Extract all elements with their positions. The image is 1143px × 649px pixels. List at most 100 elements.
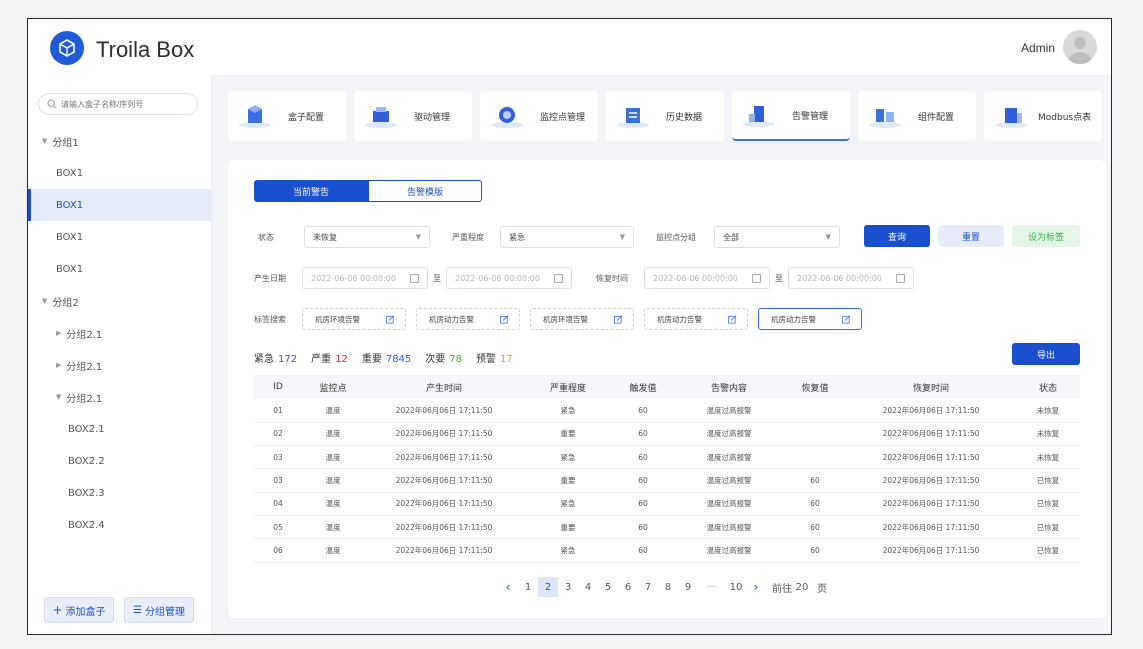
- tree-box[interactable]: BOX1: [28, 253, 212, 285]
- alarm-template-tab[interactable]: 告警模版: [368, 180, 482, 202]
- export-button[interactable]: 导出: [1012, 343, 1080, 365]
- tree-label: 分组2.1: [66, 329, 103, 341]
- table-cell: 2022年06月06日 17:11:50: [846, 399, 1016, 423]
- table-cell: [784, 422, 846, 447]
- tree-box[interactable]: BOX1: [28, 221, 212, 253]
- table-cell: 未恢复: [1016, 422, 1080, 447]
- count-value: 17: [500, 354, 513, 365]
- table-row[interactable]: 06 温度 2022年06月06日 17:11:50 紧急 60 温度过高报警 60 2022…: [254, 538, 1080, 563]
- tab-history[interactable]: 历史数据: [606, 91, 724, 141]
- group-label: 监控点分组: [656, 233, 696, 242]
- tree-subgroup[interactable]: ▼ 分组2.1: [28, 381, 212, 413]
- table-cell: 温度: [302, 399, 364, 423]
- edit-icon[interactable]: [386, 315, 395, 324]
- table-cell: 60: [612, 422, 674, 447]
- table-row[interactable]: 02 温度 2022年06月06日 17:11:50 重要 60 温度过高报警 2022年0…: [254, 422, 1080, 447]
- table-cell: 60: [612, 445, 674, 470]
- table-cell: 未恢复: [1016, 399, 1080, 423]
- severity-value: 紧急: [509, 232, 525, 242]
- set-tag-button[interactable]: 设为标签: [1012, 225, 1080, 247]
- tag-chip[interactable]: 机房环境告警: [302, 308, 406, 330]
- tree-box[interactable]: BOX2.2: [28, 445, 212, 477]
- tab-box-config[interactable]: 盒子配置: [228, 91, 346, 141]
- current-alarm-tab[interactable]: 当前警告: [254, 180, 368, 202]
- tab-component[interactable]: 组件配置: [858, 91, 976, 141]
- tab-driver[interactable]: 驱动管理: [354, 91, 472, 141]
- goto-page-input[interactable]: 20: [792, 577, 812, 597]
- next-page-button[interactable]: ›: [746, 577, 766, 597]
- search-input[interactable]: [61, 99, 191, 109]
- recover-date-end[interactable]: 2022-06-06 00:00:00: [788, 267, 914, 289]
- tab-alarm[interactable]: 告警管理: [732, 91, 850, 141]
- tag-chip-selected[interactable]: 机房动力告警: [758, 308, 862, 330]
- gen-date-start[interactable]: 2022-06-06 00:00:00: [302, 267, 428, 289]
- prev-page-button[interactable]: ‹: [498, 577, 518, 597]
- page-1[interactable]: 1: [518, 577, 538, 597]
- avatar[interactable]: [1063, 30, 1097, 64]
- page-3[interactable]: 3: [558, 577, 578, 597]
- table-cell: 60: [784, 515, 846, 540]
- tree-box[interactable]: BOX2.3: [28, 477, 212, 509]
- page-7[interactable]: 7: [638, 577, 658, 597]
- table-cell: 2022年06月06日 17:11:50: [364, 515, 524, 540]
- table-cell: 重要: [524, 422, 612, 447]
- count-label: 预警: [476, 354, 497, 365]
- severity-select[interactable]: 紧急 ▼: [500, 226, 634, 248]
- page-8[interactable]: 8: [658, 577, 678, 597]
- tag-chip[interactable]: 机房动力告警: [644, 308, 748, 330]
- tree-box-active[interactable]: BOX1: [28, 189, 212, 221]
- user-name[interactable]: Admin: [1021, 41, 1055, 55]
- table-row[interactable]: 01 温度 2022年06月06日 17:11:50 紧急 60 温度过高报警 2022年0…: [254, 399, 1080, 423]
- gen-date-end[interactable]: 2022-06-06 00:00:00: [446, 267, 572, 289]
- tree-box[interactable]: BOX1: [28, 157, 212, 189]
- page-9[interactable]: 9: [678, 577, 698, 597]
- alarm-panel: 当前警告 告警模版 状态 未恢复 ▼ 严重程度 紧急 ▼ 监控点分组 全部 ▼ …: [228, 160, 1106, 618]
- recover-date-start[interactable]: 2022-06-06 00:00:00: [644, 267, 770, 289]
- page-2[interactable]: 2: [538, 577, 558, 597]
- module-tabs: 盒子配置 驱动管理 监控点管理 历史数据 告警管理 组件配置 Modbus点表: [228, 91, 1102, 141]
- tab-modbus[interactable]: Modbus点表: [984, 91, 1102, 141]
- tag-text: 机房动力告警: [429, 314, 474, 324]
- group-manage-button[interactable]: ☰ 分组管理: [124, 597, 194, 623]
- edit-icon[interactable]: [500, 315, 509, 324]
- box-search[interactable]: [38, 93, 198, 115]
- tab-label: 历史数据: [666, 112, 703, 123]
- table-row[interactable]: 04 温度 2022年06月06日 17:11:50 紧急 60 温度过高报警 60 2022…: [254, 492, 1080, 516]
- query-button[interactable]: 查询: [864, 225, 930, 247]
- page-10[interactable]: 10: [726, 577, 746, 597]
- table-cell: 60: [612, 468, 674, 493]
- table-row[interactable]: 03 温度 2022年06月06日 17:11:50 重要 60 温度过高报警 60 2022…: [254, 468, 1080, 493]
- tree-group-1[interactable]: ▼ 分组1: [28, 125, 212, 157]
- edit-icon[interactable]: [728, 315, 737, 324]
- column-header: ID: [254, 375, 302, 399]
- table-cell: 重要: [524, 468, 612, 493]
- table-row[interactable]: 03 温度 2022年06月06日 17:11:50 紧急 60 温度过高报警 2022年0…: [254, 445, 1080, 470]
- recover-time-label: 恢复时间: [596, 274, 628, 283]
- tree-box[interactable]: BOX2.4: [28, 509, 212, 541]
- table-cell: 2022年06月06日 17:11:50: [846, 445, 1016, 470]
- to-label: 至: [433, 274, 441, 283]
- severity-label: 严重程度: [452, 233, 484, 242]
- page-6[interactable]: 6: [618, 577, 638, 597]
- table-cell: 已恢复: [1016, 468, 1080, 493]
- page-4[interactable]: 4: [578, 577, 598, 597]
- group-select[interactable]: 全部 ▼: [714, 226, 840, 248]
- tag-chip[interactable]: 机房动力告警: [416, 308, 520, 330]
- tag-chip[interactable]: 机房环境告警: [530, 308, 634, 330]
- count-urgent: 紧急 172: [254, 350, 297, 365]
- add-box-button[interactable]: + 添加盒子: [44, 597, 114, 623]
- table-row[interactable]: 05 温度 2022年06月06日 17:11:50 重要 60 温度过高报警 60 2022…: [254, 515, 1080, 540]
- page-5[interactable]: 5: [598, 577, 618, 597]
- tree-subgroup[interactable]: ▶ 分组2.1: [28, 349, 212, 381]
- tree-subgroup[interactable]: ▶ 分组2.1: [28, 317, 212, 349]
- table-cell: 05: [254, 515, 302, 540]
- tab-monitor-point[interactable]: 监控点管理: [480, 91, 598, 141]
- alarm-view-switch: 当前警告 告警模版: [254, 180, 482, 202]
- edit-icon[interactable]: [842, 315, 851, 324]
- edit-icon[interactable]: [614, 315, 623, 324]
- page-ellipsis[interactable]: ···: [698, 577, 726, 597]
- tree-box[interactable]: BOX2.1: [28, 413, 212, 445]
- status-select[interactable]: 未恢复 ▼: [304, 226, 430, 248]
- reset-button[interactable]: 重置: [938, 225, 1004, 247]
- tree-group-2[interactable]: ▼ 分组2: [28, 285, 212, 317]
